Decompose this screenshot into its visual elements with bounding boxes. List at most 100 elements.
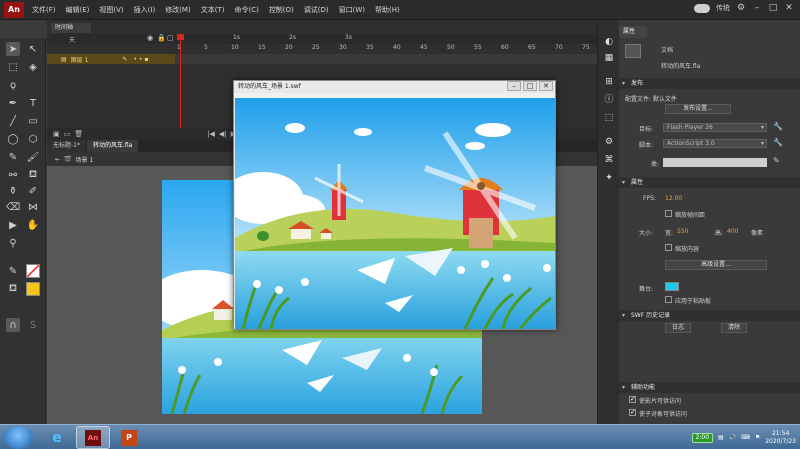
layer-name[interactable]: 图层 1	[71, 55, 89, 64]
selection-tool-icon[interactable]: ➤	[6, 42, 20, 56]
advanced-settings-button[interactable]: 高级设置...	[665, 260, 767, 270]
sync-toggle[interactable]	[694, 3, 710, 13]
properties-section[interactable]: 属性	[619, 177, 800, 188]
publish-section[interactable]: 发布	[619, 78, 800, 89]
polystar-tool-icon[interactable]: ⬡	[26, 132, 40, 146]
swf-history-section[interactable]: SWF 历史记录	[619, 310, 800, 321]
close-icon[interactable]: ✕	[784, 3, 794, 13]
zoom-tool-icon[interactable]: ⚲	[6, 236, 20, 250]
wrench-icon[interactable]: 🔧	[773, 122, 783, 131]
playhead-handle[interactable]	[177, 34, 184, 40]
timeline-tab[interactable]: 时间轴	[51, 23, 91, 33]
delete-layer-icon[interactable]: 🗑	[74, 130, 83, 138]
input-icon[interactable]: ⌨	[741, 434, 750, 441]
prev-frame-icon[interactable]: ◀|	[219, 130, 227, 138]
back-arrow-icon[interactable]: ←	[55, 156, 60, 163]
transform-icon[interactable]: ⬚	[603, 112, 615, 124]
pen-tool-icon[interactable]: ✒	[6, 96, 20, 110]
swf-close-button[interactable]: ✕	[539, 81, 553, 91]
align-icon[interactable]: ⊞	[603, 76, 615, 88]
target-select[interactable]: Flash Player 26	[663, 123, 767, 132]
lasso-icon[interactable]: ϙ	[6, 78, 20, 92]
menu-edit[interactable]: 编辑(E)	[61, 5, 95, 15]
oval-tool-icon[interactable]: ◯	[6, 132, 20, 146]
snap-magnet-icon[interactable]: ∩	[6, 318, 20, 332]
code-icon[interactable]: ⌘	[603, 154, 615, 166]
apply-pasteboard-checkbox[interactable]	[665, 296, 672, 303]
fps-value[interactable]: 12.00	[665, 195, 682, 202]
layer-frames[interactable]	[175, 54, 597, 64]
stage-color-swatch[interactable]	[665, 282, 679, 291]
pencil-icon[interactable]: ✎	[773, 156, 780, 165]
stroke-color-icon[interactable]: ✎	[6, 264, 20, 278]
swatches-icon[interactable]: ▦	[603, 52, 615, 64]
eyedropper-icon[interactable]: ✐	[26, 184, 40, 198]
new-folder-icon[interactable]: ▭	[64, 130, 71, 138]
menu-control[interactable]: 控制(O)	[264, 5, 299, 15]
menu-insert[interactable]: 插入(I)	[129, 5, 161, 15]
outline-icon[interactable]: ▢	[167, 34, 174, 42]
volume-icon[interactable]: 🔊	[729, 434, 736, 441]
line-tool-icon[interactable]: ╱	[6, 114, 20, 128]
playhead[interactable]	[180, 34, 181, 140]
smooth-icon[interactable]: S	[26, 318, 40, 332]
text-tool-icon[interactable]: T	[26, 96, 40, 110]
menu-text[interactable]: 文本(T)	[196, 5, 230, 15]
minimize-icon[interactable]: –	[752, 3, 762, 13]
ink-bottle-icon[interactable]: ⚱	[6, 184, 20, 198]
doc-tab-windmill[interactable]: 转动的风车.fla	[86, 140, 139, 152]
lock-icon[interactable]: 🔒	[157, 34, 166, 42]
ie-icon[interactable]: e	[40, 426, 74, 449]
width-value[interactable]: 550	[677, 228, 688, 235]
animate-app-icon[interactable]: An	[76, 426, 110, 449]
menu-window[interactable]: 窗口(W)	[334, 5, 370, 15]
scene-label[interactable]: 场景 1	[76, 155, 94, 164]
paint-bucket-icon[interactable]: ⛾	[26, 168, 40, 182]
swf-title-bar[interactable]: 转动的风车_场景 1.swf – □ ✕	[234, 81, 555, 93]
fill-color-icon[interactable]: ⛾	[6, 282, 20, 296]
network-icon[interactable]: ▤	[718, 434, 724, 441]
clock[interactable]: 21:54 2020/7/23	[765, 430, 796, 446]
width-tool-icon[interactable]: ⋈	[26, 200, 40, 214]
a11y-objects-checkbox[interactable]	[629, 408, 636, 416]
stroke-color-swatch[interactable]	[26, 264, 40, 278]
3d-rotation-icon[interactable]: ◈	[26, 60, 40, 74]
start-button[interactable]	[3, 426, 33, 449]
menu-view[interactable]: 视图(V)	[94, 5, 128, 15]
publish-settings-button[interactable]: 发布设置...	[665, 104, 731, 114]
new-layer-icon[interactable]: ▣	[53, 130, 60, 138]
class-input[interactable]	[663, 158, 767, 167]
menu-modify[interactable]: 修改(M)	[160, 5, 196, 15]
menu-help[interactable]: 帮助(H)	[370, 5, 405, 15]
menu-commands[interactable]: 命令(C)	[229, 5, 263, 15]
frame-ruler[interactable]: 1 5 10 15 20 25 30 35 40 45 50 55 60 65 70 75 1s 2s 3s	[175, 34, 597, 54]
gear-icon[interactable]: ⚙	[736, 3, 746, 13]
color-panel-icon[interactable]: ◐	[603, 36, 615, 48]
swf-maximize-button[interactable]: □	[523, 81, 537, 91]
wrench-icon[interactable]: 🔧	[773, 138, 783, 147]
pencil-tool-icon[interactable]: ✎	[6, 150, 20, 164]
library-icon[interactable]: ✦	[603, 172, 615, 184]
menu-debug[interactable]: 调试(D)	[299, 5, 334, 15]
eye-icon[interactable]: ◉	[147, 34, 153, 42]
swf-preview-window[interactable]: 转动的风车_场景 1.swf – □ ✕	[233, 80, 556, 330]
info-icon[interactable]: ⓘ	[603, 94, 615, 106]
brush-tool-icon[interactable]: 🖌	[26, 150, 40, 164]
eraser-icon[interactable]: ⌫	[6, 200, 20, 214]
fill-color-swatch[interactable]	[26, 282, 40, 296]
layer-row[interactable]: ▤ 图层 1 ✎ • • ▪	[47, 54, 175, 64]
powerpoint-icon[interactable]: P	[112, 426, 146, 449]
height-value[interactable]: 400	[727, 228, 738, 235]
menu-file[interactable]: 文件(F)	[27, 5, 61, 15]
net-badge[interactable]: 2:00	[691, 432, 714, 443]
clear-button[interactable]: 清除	[721, 323, 747, 333]
rectangle-tool-icon[interactable]: ▭	[26, 114, 40, 128]
scale-frames-checkbox[interactable]	[665, 210, 672, 217]
log-button[interactable]: 日志	[665, 323, 691, 333]
doc-tab-untitled[interactable]: 无标题-1*	[47, 140, 86, 152]
hand-tool-icon[interactable]: ✋	[26, 218, 40, 232]
properties-tab[interactable]: 属性	[619, 26, 647, 38]
bone-tool-icon[interactable]: ⚯	[6, 168, 20, 182]
swf-minimize-button[interactable]: –	[507, 81, 521, 91]
subselect-tool-icon[interactable]: ↖	[26, 42, 40, 56]
